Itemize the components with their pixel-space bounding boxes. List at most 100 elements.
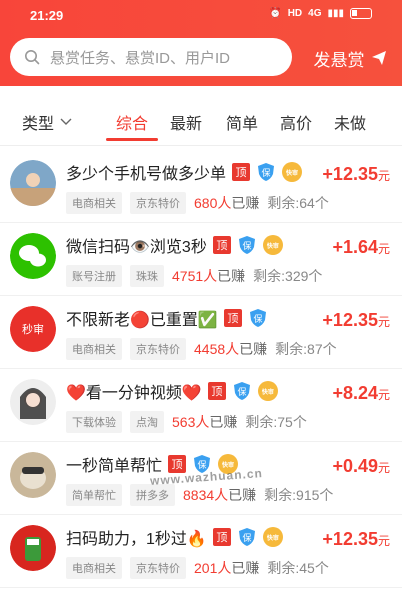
guarantee-badge-icon: 保 — [233, 382, 250, 400]
reward-amount: +1.64 — [332, 237, 378, 257]
task-tag: 点淘 — [130, 411, 164, 433]
task-row[interactable]: 多少个手机号做多少单顶保快审 +12.35元电商相关 京东特价 680人已赚 剩余:64… — [0, 150, 402, 223]
reward-unit: 元 — [377, 315, 390, 329]
status-time: 21:29 — [30, 8, 64, 23]
task-title: 扫码助力，1秒过🔥 — [66, 531, 207, 548]
top-badge: 顶 — [207, 382, 226, 400]
search-icon — [25, 50, 40, 65]
post-bounty-label: 发悬赏 — [313, 50, 365, 70]
remaining-count: 剩余:75个 — [245, 414, 307, 430]
task-meta: 账号注册 珠珠 4751人已赚 剩余:329个 — [66, 265, 322, 287]
tab-bar: 类型 综合 最新 简单 高价 未做 — [0, 96, 402, 146]
svg-text:秒审: 秒审 — [22, 322, 44, 336]
earned-suffix: 已赚 — [231, 195, 260, 211]
remaining-count: 剩余:64个 — [267, 195, 329, 211]
guarantee-badge-icon: 保 — [258, 163, 275, 181]
task-tag: 电商相关 — [66, 338, 122, 360]
task-avatar — [10, 525, 56, 571]
tab-latest[interactable]: 最新 — [170, 110, 202, 134]
task-row[interactable]: 微信扫码👁️浏览3秒顶保快审 +1.64元 账号注册 珠珠 4751人已赚 剩余:329个 — [0, 223, 402, 296]
task-avatar: 秒审 — [10, 306, 56, 352]
earned-number: 4458人 — [194, 341, 240, 357]
fast-review-badge: 快审 — [282, 162, 303, 182]
svg-text:保: 保 — [262, 167, 271, 179]
task-title: 一秒简单帮忙 — [66, 458, 163, 475]
task-tag: 京东特价 — [130, 192, 186, 214]
reward-amount: +12.35 — [322, 310, 378, 330]
hd-icon: HD — [287, 8, 303, 19]
reward-amount: +0.49 — [332, 456, 378, 476]
task-meta: 下载体验 点淘 563人已赚 剩余:75个 — [66, 411, 307, 433]
guarantee-badge-icon: 保 — [238, 236, 255, 254]
task-row[interactable]: ❤️看一分钟视频❤️ 顶保快审 +8.24元下载体验 点淘 563人已赚 剩余:75个 — [0, 369, 402, 442]
top-badge: 顶 — [212, 528, 231, 546]
task-meta: 简单帮忙 拼多多 8834人已赚 剩余:915个 — [66, 484, 333, 506]
task-meta: 电商相关 京东特价 680人已赚 剩余:64个 — [66, 192, 329, 214]
task-title-line: 不限新老🔴已重置✅ 顶保 — [66, 306, 268, 330]
earned-suffix: 已赚 — [228, 487, 257, 503]
status-icons: ⏰ HD 4G ▮▮▮ — [269, 8, 372, 19]
signal-icon: 4G — [308, 8, 322, 19]
reward-amount: +12.35 — [322, 529, 378, 549]
fast-review-badge: 快审 — [262, 527, 283, 547]
top-badge: 顶 — [212, 236, 231, 254]
task-reward: +12.35元 — [322, 164, 390, 185]
earned-count: 4458人已赚 — [194, 339, 267, 359]
remaining-count: 剩余:915个 — [264, 487, 334, 503]
remaining-count: 剩余:45个 — [267, 560, 329, 576]
fast-review-badge: 快审 — [257, 381, 278, 401]
tab-not-done[interactable]: 未做 — [334, 110, 366, 134]
earned-count: 8834人已赚 — [183, 485, 256, 505]
earned-number: 563人 — [172, 414, 210, 430]
task-avatar — [10, 160, 56, 206]
task-tag: 下载体验 — [66, 411, 122, 433]
type-filter[interactable]: 类型 — [22, 110, 72, 134]
reward-amount: +12.35 — [322, 164, 378, 184]
task-list: 多少个手机号做多少单顶保快审 +12.35元 电商相关 京东特价 680人已赚 剩余:64… — [0, 150, 402, 588]
task-tag: 电商相关 — [66, 192, 122, 214]
search-placeholder: 悬赏任务、悬赏ID、用户ID — [50, 49, 231, 67]
reward-unit: 元 — [377, 461, 390, 475]
active-tab-indicator — [106, 138, 158, 141]
post-bounty-button[interactable]: 发悬赏 — [300, 44, 400, 72]
reward-unit: 元 — [377, 534, 390, 548]
tab-simple[interactable]: 简单 — [226, 110, 258, 134]
task-row[interactable]: 秒审 不限新老🔴已重置✅ 顶保 +12.35元 电商相关 京东特价 4458人已赚 剩余:87… — [0, 296, 402, 369]
remaining-count: 剩余:329个 — [253, 268, 323, 284]
header: 21:29 ⏰ HD 4G ▮▮▮ 悬赏任务、悬赏ID、用户ID 发悬赏 — [0, 0, 402, 86]
tab-comprehensive[interactable]: 综合 — [116, 110, 148, 134]
task-reward: +8.24元 — [332, 383, 390, 404]
earned-count: 563人已赚 — [172, 412, 237, 432]
task-tag: 电商相关 — [66, 557, 122, 579]
task-avatar — [10, 379, 56, 425]
status-bar: 21:29 ⏰ HD 4G ▮▮▮ — [0, 6, 402, 30]
earned-suffix: 已赚 — [217, 268, 246, 284]
earned-suffix: 已赚 — [231, 560, 260, 576]
earned-count: 201人已赚 — [194, 558, 259, 578]
task-reward: +12.35元 — [322, 310, 390, 331]
task-row[interactable]: 扫码助力，1秒过🔥 顶保快审 +12.35元电商相关 京东特价 201人已赚 剩余:45个 — [0, 515, 402, 588]
earned-suffix: 已赚 — [239, 341, 268, 357]
earned-number: 8834人 — [183, 487, 229, 503]
alarm-icon: ⏰ — [269, 8, 282, 19]
task-title: 微信扫码👁️浏览3秒 — [66, 239, 207, 256]
task-meta: 电商相关 京东特价 201人已赚 剩余:45个 — [66, 557, 329, 579]
guarantee-badge-icon: 保 — [238, 528, 255, 546]
task-title: ❤️看一分钟视频❤️ — [66, 385, 202, 402]
top-badge: 顶 — [223, 309, 242, 327]
signal-bars-icon: ▮▮▮ — [327, 8, 344, 19]
task-reward: +1.64元 — [332, 237, 390, 258]
earned-count: 680人已赚 — [194, 193, 259, 213]
type-filter-label: 类型 — [22, 116, 55, 133]
task-tag: 珠珠 — [130, 265, 164, 287]
task-reward: +0.49元 — [332, 456, 390, 477]
reward-amount: +8.24 — [332, 383, 378, 403]
earned-number: 201人 — [194, 560, 232, 576]
remaining-count: 剩余:87个 — [275, 341, 337, 357]
tab-high-price[interactable]: 高价 — [280, 110, 312, 134]
search-input[interactable]: 悬赏任务、悬赏ID、用户ID — [10, 38, 292, 76]
task-title-line: 微信扫码👁️浏览3秒顶保快审 — [66, 233, 283, 257]
top-badge: 顶 — [232, 163, 251, 181]
task-title: 多少个手机号做多少单 — [66, 166, 227, 183]
task-tag: 简单帮忙 — [66, 484, 122, 506]
